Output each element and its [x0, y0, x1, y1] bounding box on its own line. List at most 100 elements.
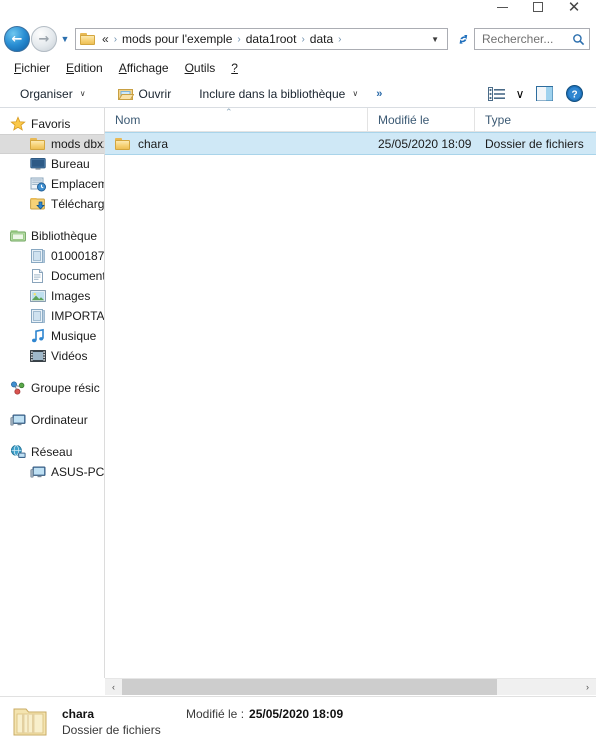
- sidebar-item-label: 010001870: [51, 249, 104, 263]
- sidebar-item-ordinateur[interactable]: Ordinateur: [0, 410, 104, 430]
- breadcrumb-separator[interactable]: ›: [299, 34, 306, 45]
- sidebar-item-documents[interactable]: Document: [0, 266, 104, 286]
- details-kind: Dossier de fichiers: [62, 723, 161, 737]
- column-header-nom[interactable]: Nom ⌃: [105, 108, 368, 131]
- navigation-pane[interactable]: Favoris mods dbx2 Bureau Emplacem Téléch…: [0, 108, 105, 678]
- explorer-body: Favoris mods dbx2 Bureau Emplacem Téléch…: [0, 108, 596, 678]
- nav-group-label: Bibliothèque: [31, 229, 98, 243]
- file-name: chara: [138, 136, 169, 151]
- sidebar-item-010001870[interactable]: 010001870: [0, 246, 104, 266]
- include-in-library-button[interactable]: Inclure dans la bibliothèque ∨: [191, 82, 366, 106]
- nav-group-favoris[interactable]: Favoris: [0, 114, 104, 134]
- scroll-left-button[interactable]: ‹: [105, 679, 122, 695]
- sidebar-item-label: Emplacem: [51, 177, 104, 191]
- help-icon: ?: [565, 85, 583, 102]
- sidebar-item-label: Images: [51, 289, 91, 303]
- refresh-button[interactable]: [452, 28, 474, 50]
- scrollbar-thumb[interactable]: [122, 679, 497, 695]
- refresh-icon: [459, 34, 467, 44]
- scrollbar-track[interactable]: [122, 679, 579, 695]
- include-library-label: Inclure dans la bibliothèque: [199, 86, 346, 101]
- close-button[interactable]: ✕: [556, 0, 592, 20]
- sidebar-item-groupe-residentiel[interactable]: Groupe résic: [0, 378, 104, 398]
- menu-item-fichier[interactable]: Fichier: [6, 59, 58, 77]
- search-box[interactable]: Rechercher...: [474, 28, 590, 50]
- sidebar-item-label: Vidéos: [51, 349, 88, 363]
- sidebar-item-asus-pc[interactable]: ASUS-PC: [0, 462, 104, 482]
- library-item-icon: [30, 248, 46, 264]
- breadcrumb-item-1[interactable]: data1root: [243, 31, 300, 47]
- view-options-dropdown[interactable]: ∨: [512, 82, 528, 106]
- toolbar-overflow-button[interactable]: »: [366, 88, 392, 100]
- address-dropdown-icon[interactable]: ▼: [427, 35, 445, 44]
- recent-locations-button[interactable]: ▼: [57, 26, 73, 52]
- address-bar[interactable]: « › mods pour l'exemple › data1root › da…: [75, 28, 448, 50]
- menu-item-edition[interactable]: Edition: [58, 59, 111, 77]
- computer-icon: [30, 464, 46, 480]
- computer-icon: [10, 412, 26, 428]
- sidebar-item-mods-dbx2[interactable]: mods dbx2: [0, 134, 104, 154]
- sidebar-item-reseau[interactable]: Réseau: [0, 442, 104, 462]
- menu-item-help[interactable]: ?: [223, 59, 246, 77]
- sidebar-item-label: Groupe résic: [31, 381, 100, 395]
- nav-group-bibliotheques[interactable]: Bibliothèque: [0, 226, 104, 246]
- sidebar-item-label: Réseau: [31, 445, 73, 459]
- command-bar: Organiser ∨ Ouvrir Inclure dans la bibli…: [0, 80, 596, 108]
- file-list-pane[interactable]: Nom ⌃ Modifié le Type chara 25/05/2020 1…: [105, 108, 596, 678]
- help-button[interactable]: ?: [560, 82, 588, 106]
- chevron-down-icon: ∨: [515, 86, 525, 101]
- horizontal-scrollbar[interactable]: ‹ ›: [105, 678, 596, 695]
- sidebar-item-label: mods dbx2: [51, 137, 104, 151]
- sidebar-item-important[interactable]: IMPORTAN: [0, 306, 104, 326]
- sidebar-item-label: ASUS-PC: [51, 465, 104, 479]
- sidebar-item-label: Ordinateur: [31, 413, 88, 427]
- nav-group-label: Favoris: [31, 117, 71, 131]
- search-input[interactable]: Rechercher...: [482, 32, 553, 46]
- details-text: chara Modifié le : 25/05/2020 18:09 Doss…: [62, 707, 343, 737]
- sidebar-item-videos[interactable]: Vidéos: [0, 346, 104, 366]
- cell-name: chara: [105, 133, 368, 154]
- menu-item-outils[interactable]: Outils: [177, 59, 224, 77]
- details-modified-value: 25/05/2020 18:09: [249, 707, 344, 721]
- forward-button[interactable]: →: [31, 26, 57, 52]
- breadcrumb-overflow-button[interactable]: «: [99, 32, 112, 46]
- details-pane: chara Modifié le : 25/05/2020 18:09 Doss…: [0, 696, 596, 747]
- scroll-right-button[interactable]: ›: [579, 679, 596, 695]
- organize-button[interactable]: Organiser ∨: [12, 82, 94, 106]
- menu-accel: E: [66, 61, 75, 75]
- sidebar-item-images[interactable]: Images: [0, 286, 104, 306]
- back-button[interactable]: ←: [4, 26, 30, 52]
- breadcrumb-item-0[interactable]: mods pour l'exemple: [119, 31, 235, 47]
- sidebar-item-telechargements[interactable]: Télécharge: [0, 194, 104, 214]
- breadcrumb-item-2[interactable]: data: [307, 31, 336, 47]
- open-button[interactable]: Ouvrir: [110, 82, 180, 106]
- table-row[interactable]: chara 25/05/2020 18:09 Dossier de fichie…: [105, 132, 596, 155]
- breadcrumb-separator[interactable]: ›: [336, 34, 343, 45]
- sidebar-item-emplacements-recents[interactable]: Emplacem: [0, 174, 104, 194]
- sidebar-item-label: IMPORTAN: [51, 309, 104, 323]
- minimize-button[interactable]: [484, 0, 520, 20]
- column-header-modifie-le[interactable]: Modifié le: [368, 108, 475, 131]
- menu-rest: ffichage: [126, 61, 169, 75]
- minimize-icon: [496, 6, 508, 8]
- sidebar-item-bureau[interactable]: Bureau: [0, 154, 104, 174]
- sidebar-item-label: Musique: [51, 329, 97, 343]
- maximize-button[interactable]: [520, 0, 556, 20]
- folder-icon: [30, 136, 46, 152]
- homegroup-icon: [10, 380, 26, 396]
- sidebar-item-musique[interactable]: Musique: [0, 326, 104, 346]
- menu-item-affichage[interactable]: Affichage: [111, 59, 177, 77]
- address-bar-row: ← → ▼ « › mods pour l'exemple › data1roo…: [0, 24, 596, 54]
- recent-places-icon: [30, 176, 46, 192]
- breadcrumb-separator[interactable]: ›: [235, 34, 242, 45]
- breadcrumb-separator[interactable]: ›: [112, 34, 119, 45]
- chevron-down-icon: ▼: [60, 34, 70, 44]
- command-bar-right: ∨ ?: [482, 82, 596, 106]
- view-options-button[interactable]: [482, 82, 510, 106]
- menu-accel: O: [184, 61, 194, 75]
- pictures-icon: [30, 288, 46, 304]
- preview-pane-button[interactable]: [530, 82, 558, 106]
- column-header-type[interactable]: Type: [475, 108, 596, 131]
- folder-icon: [115, 136, 131, 152]
